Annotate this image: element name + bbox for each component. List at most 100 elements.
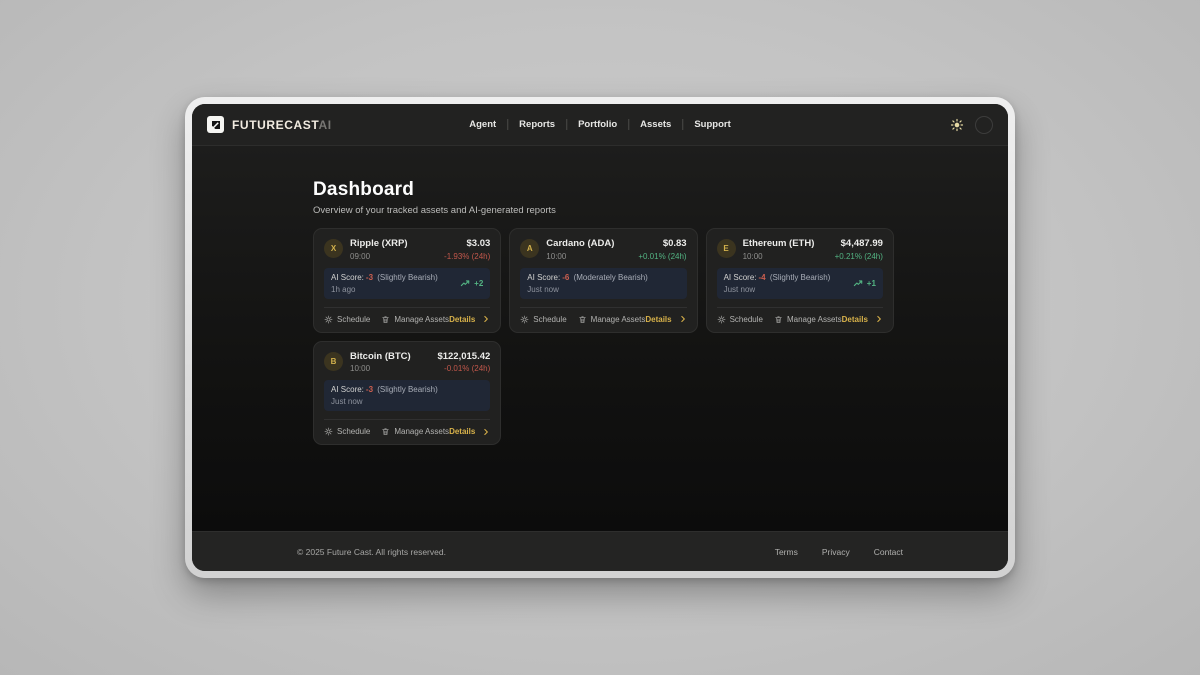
asset-time: 09:00 [350, 252, 408, 261]
gear-icon [324, 427, 333, 436]
ai-score-row: AI Score:-6 (Moderately Bearish) Just no… [520, 268, 686, 299]
top-bar-actions [950, 116, 993, 134]
browser-frame: FUTURECASTAI Agent Reports Portfolio Ass… [185, 97, 1015, 578]
footer-link-contact[interactable]: Contact [874, 547, 903, 557]
schedule-button[interactable]: Schedule [324, 427, 370, 436]
trash-icon [381, 427, 390, 436]
ai-score-label: AI Score: [331, 273, 364, 282]
sun-icon[interactable] [950, 118, 964, 132]
card-actions: Schedule Manage Assets Details [717, 307, 883, 324]
main-nav: Agent Reports Portfolio Assets Support [458, 115, 741, 134]
nav-item-support[interactable]: Support [683, 115, 741, 134]
card-actions: Schedule Manage Assets Details [324, 419, 490, 436]
card-actions: Schedule Manage Assets Details [520, 307, 686, 324]
chevron-right-icon [482, 315, 490, 323]
asset-change: +0.01% (24h) [638, 252, 686, 261]
ai-score-age: Just now [724, 285, 831, 294]
brand-wordmark: FUTURECASTAI [232, 118, 332, 132]
nav-item-assets[interactable]: Assets [629, 115, 682, 134]
asset-name: Ethereum (ETH) [743, 238, 815, 249]
card-header: E Ethereum (ETH) 10:00 $4,487.99 +0.21% … [717, 238, 883, 261]
asset-time: 10:00 [546, 252, 614, 261]
ai-score-label: AI Score: [724, 273, 757, 282]
trash-icon [381, 315, 390, 324]
nav-item-reports[interactable]: Reports [508, 115, 566, 134]
details-button[interactable]: Details [645, 315, 686, 324]
details-button[interactable]: Details [449, 427, 490, 436]
chevron-right-icon [482, 428, 490, 436]
ai-score-value: -6 [560, 273, 571, 282]
schedule-button[interactable]: Schedule [520, 315, 566, 324]
nav-item-agent[interactable]: Agent [458, 115, 507, 134]
gear-icon [324, 315, 333, 324]
schedule-button[interactable]: Schedule [717, 315, 763, 324]
trend-up-icon [853, 278, 864, 289]
brand-logo[interactable]: FUTURECASTAI [207, 116, 332, 133]
ai-sentiment: (Slightly Bearish) [377, 385, 437, 394]
top-bar: FUTURECASTAI Agent Reports Portfolio Ass… [192, 104, 1008, 146]
trash-icon [578, 315, 587, 324]
chevron-right-icon [679, 315, 687, 323]
asset-change: -0.01% (24h) [437, 364, 490, 373]
pen-square-icon [207, 116, 224, 133]
asset-card-ethereum: E Ethereum (ETH) 10:00 $4,487.99 +0.21% … [706, 228, 894, 333]
score-trend: +2 [460, 278, 483, 289]
asset-price: $4,487.99 [835, 238, 883, 249]
asset-time: 10:00 [743, 252, 815, 261]
ai-score-age: Just now [331, 397, 438, 406]
card-header: A Cardano (ADA) 10:00 $0.83 +0.01% (24h) [520, 238, 686, 261]
asset-time: 10:00 [350, 364, 411, 373]
page-subtitle: Overview of your tracked assets and AI-g… [313, 205, 887, 216]
asset-initial-badge: E [717, 239, 736, 258]
trash-icon [774, 315, 783, 324]
asset-name: Bitcoin (BTC) [350, 351, 411, 362]
page-title: Dashboard [313, 179, 887, 201]
ai-score-row: AI Score:-3 (Slightly Bearish) 1h ago +2 [324, 268, 490, 299]
ai-score-value: -3 [364, 273, 375, 282]
card-header: B Bitcoin (BTC) 10:00 $122,015.42 -0.01%… [324, 351, 490, 374]
asset-change: +0.21% (24h) [835, 252, 883, 261]
ai-score-age: Just now [527, 285, 648, 294]
brand-suffix: AI [318, 118, 331, 132]
app-window: FUTURECASTAI Agent Reports Portfolio Ass… [192, 104, 1008, 571]
asset-initial-badge: A [520, 239, 539, 258]
ai-score-label: AI Score: [527, 273, 560, 282]
ai-score-age: 1h ago [331, 285, 438, 294]
trend-value: +1 [867, 279, 876, 288]
footer-links: Terms Privacy Contact [775, 547, 903, 557]
chevron-right-icon [875, 315, 883, 323]
ai-sentiment: (Slightly Bearish) [377, 273, 437, 282]
manage-assets-button[interactable]: Manage Assets [774, 315, 842, 324]
card-actions: Schedule Manage Assets Details [324, 307, 490, 324]
main-content: Dashboard Overview of your tracked asset… [192, 146, 1008, 531]
asset-price: $0.83 [638, 238, 686, 249]
manage-assets-button[interactable]: Manage Assets [578, 315, 646, 324]
manage-assets-button[interactable]: Manage Assets [381, 427, 449, 436]
card-header: X Ripple (XRP) 09:00 $3.03 -1.93% (24h) [324, 238, 490, 261]
details-button[interactable]: Details [842, 315, 883, 324]
footer-link-terms[interactable]: Terms [775, 547, 798, 557]
copyright-text: © 2025 Future Cast. All rights reserved. [297, 547, 446, 557]
asset-initial-badge: X [324, 239, 343, 258]
score-trend: +1 [853, 278, 876, 289]
ai-score-value: -4 [757, 273, 768, 282]
gear-icon [717, 315, 726, 324]
brand-name: FUTURECAST [232, 118, 318, 132]
footer-link-privacy[interactable]: Privacy [822, 547, 850, 557]
trend-value: +2 [474, 279, 483, 288]
asset-change: -1.93% (24h) [444, 252, 490, 261]
manage-assets-button[interactable]: Manage Assets [381, 315, 449, 324]
asset-name: Ripple (XRP) [350, 238, 408, 249]
schedule-button[interactable]: Schedule [324, 315, 370, 324]
ai-score-value: -3 [364, 385, 375, 394]
asset-price: $122,015.42 [437, 351, 490, 362]
asset-card-cardano: A Cardano (ADA) 10:00 $0.83 +0.01% (24h) [509, 228, 697, 333]
details-button[interactable]: Details [449, 315, 490, 324]
user-avatar[interactable] [975, 116, 993, 134]
footer: © 2025 Future Cast. All rights reserved.… [192, 531, 1008, 571]
asset-price: $3.03 [444, 238, 490, 249]
ai-score-row: AI Score:-3 (Slightly Bearish) Just now [324, 380, 490, 411]
asset-cards-grid: X Ripple (XRP) 09:00 $3.03 -1.93% (24h) [313, 228, 887, 445]
nav-item-portfolio[interactable]: Portfolio [567, 115, 628, 134]
ai-sentiment: (Moderately Bearish) [574, 273, 648, 282]
